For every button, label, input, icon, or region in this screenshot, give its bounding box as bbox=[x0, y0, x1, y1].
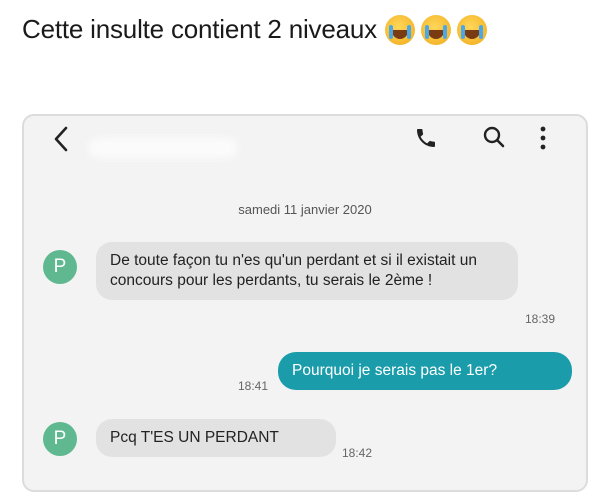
conversation-date: samedi 11 janvier 2020 bbox=[238, 202, 372, 217]
incoming-message-bubble: De toute façon tu n'es qu'un perdant et … bbox=[96, 242, 518, 300]
caption-text: Cette insulte contient 2 niveaux bbox=[22, 14, 377, 44]
post-caption: Cette insulte contient 2 niveaux bbox=[22, 14, 487, 45]
crying-face-emoji-icon bbox=[456, 14, 487, 45]
message-timestamp: 18:41 bbox=[238, 379, 269, 393]
contact-avatar[interactable]: P bbox=[43, 250, 77, 284]
conversation-toolbar bbox=[24, 116, 586, 172]
sms-screenshot: samedi 11 janvier 2020 P De toute façon … bbox=[22, 114, 588, 492]
phone-icon[interactable] bbox=[414, 126, 438, 150]
caption-emojis bbox=[384, 14, 487, 45]
back-arrow-icon[interactable] bbox=[50, 124, 74, 154]
incoming-message-bubble: Pcq T'ES UN PERDANT bbox=[96, 419, 336, 457]
crying-face-emoji-icon bbox=[420, 14, 451, 45]
contact-name-redacted bbox=[88, 138, 238, 158]
search-icon[interactable] bbox=[482, 125, 506, 149]
message-timestamp: 18:42 bbox=[342, 446, 373, 460]
more-vert-icon[interactable] bbox=[536, 125, 550, 151]
crying-face-emoji-icon bbox=[384, 14, 415, 45]
message-timestamp: 18:39 bbox=[525, 312, 556, 326]
contact-avatar[interactable]: P bbox=[43, 422, 77, 456]
outgoing-message-bubble: Pourquoi je serais pas le 1er? bbox=[278, 352, 572, 390]
